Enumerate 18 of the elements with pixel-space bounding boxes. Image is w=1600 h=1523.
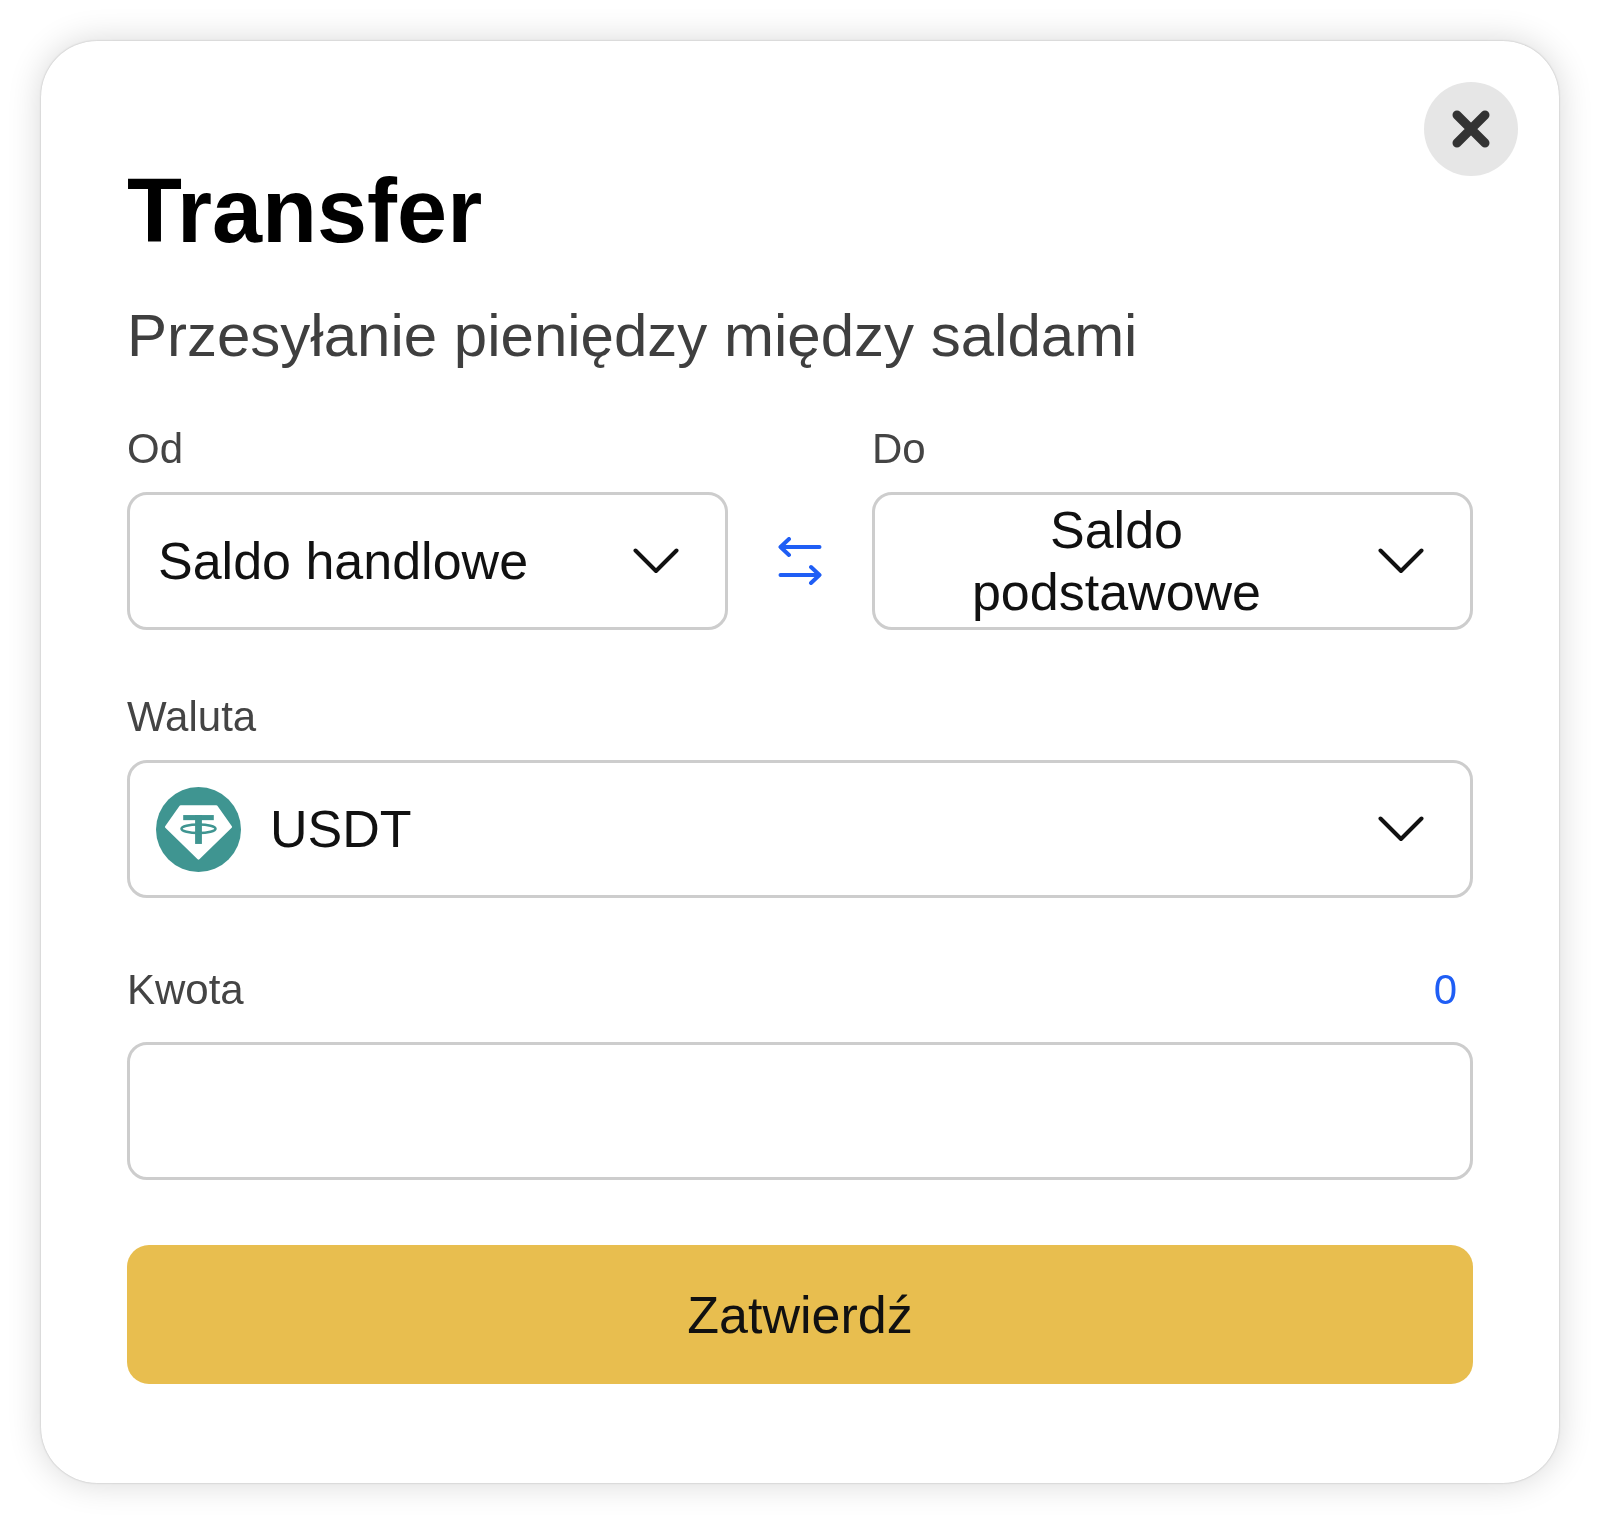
amount-label: Kwota [127,965,244,1015]
coin-icon [156,786,241,872]
currency-select[interactable]: USDT [127,760,1473,898]
balance-amount: 0 [1433,965,1457,1015]
to-select[interactable]: Saldo podstawowe [872,492,1473,630]
chevron-down-icon [633,548,679,574]
amount-input[interactable] [127,1042,1473,1180]
chevron-down-icon [1378,548,1424,574]
dialog-title: Transfer [127,160,484,263]
chevron-down-icon [1378,816,1424,842]
swap-arrows-icon[interactable] [778,537,822,585]
close-icon [1452,110,1490,148]
to-label: Do [872,424,927,474]
submit-button[interactable]: Zatwierdź [127,1245,1473,1384]
from-select[interactable]: Saldo handlowe [127,492,728,630]
dialog-subtitle: Przesyłanie pieniędzy między saldami [127,301,1139,371]
currency-label: Waluta [127,692,258,742]
from-label: Od [127,424,185,474]
